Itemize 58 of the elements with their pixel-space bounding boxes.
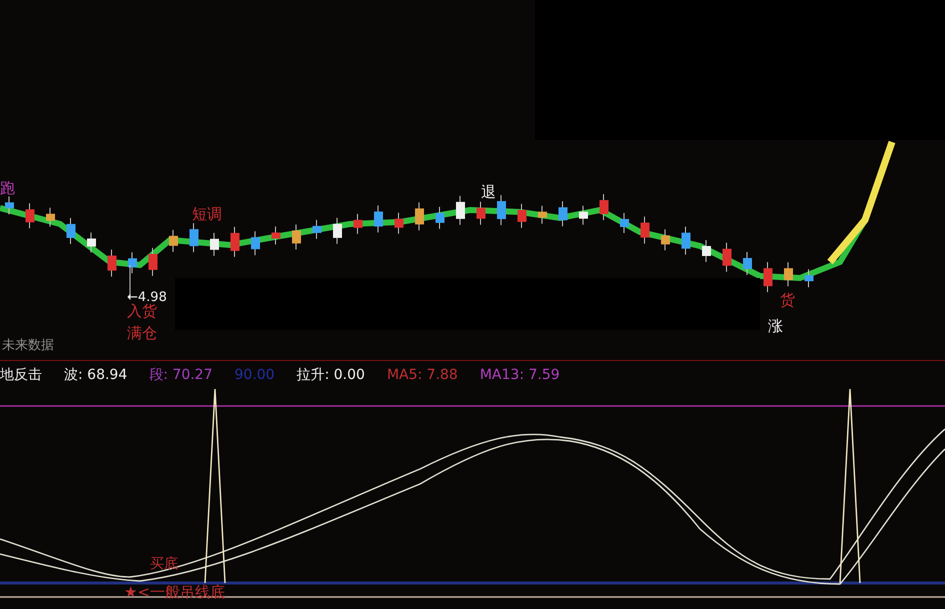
candlestick <box>415 202 424 231</box>
candlestick <box>354 213 362 234</box>
candlestick <box>702 240 711 262</box>
candlestick <box>476 201 486 226</box>
candlestick <box>538 205 547 224</box>
candlestick <box>558 200 568 227</box>
candlestick <box>661 228 670 251</box>
indicator-value: 段: 70.27 <box>149 366 212 384</box>
signal-label: 入货 <box>127 304 157 319</box>
candlestick <box>292 224 301 250</box>
candlestick <box>5 196 14 215</box>
candlestick <box>333 217 342 244</box>
candlestick <box>148 247 158 276</box>
indicator-value: 90.00 <box>234 367 275 383</box>
candlestick <box>374 205 383 234</box>
signal-label: ★<一般吊线底 <box>124 585 226 600</box>
signal-label: 短调 <box>192 207 222 222</box>
signal-label: 买底 <box>150 557 178 571</box>
candlestick <box>743 252 752 276</box>
candlestick <box>682 226 690 256</box>
candlestick <box>436 206 444 230</box>
signal-label: 退 <box>481 185 496 200</box>
candlestick <box>579 205 588 226</box>
indicator-value: MA13: 7.59 <box>480 367 560 383</box>
note-text: 未来数据 <box>2 339 54 352</box>
candlestick <box>456 195 465 226</box>
candlestick <box>640 216 650 244</box>
candlestick <box>108 249 116 278</box>
candlestick <box>518 203 526 228</box>
signal-label: 货 <box>780 293 795 308</box>
candlestick <box>190 222 198 253</box>
candlestick <box>784 262 793 287</box>
indicator-value: 拉升: 0.00 <box>296 366 365 384</box>
candlestick <box>497 194 506 226</box>
candlestick <box>46 207 55 228</box>
candlestick <box>394 212 404 234</box>
candlestick <box>312 219 322 240</box>
candlestick <box>251 230 260 256</box>
candlestick <box>804 268 814 288</box>
candlestick <box>26 202 34 229</box>
candlestick <box>169 229 178 252</box>
candlestick <box>272 226 280 246</box>
indicator-value: 地反击 <box>0 366 42 384</box>
candlestick <box>620 212 629 234</box>
indicator-value: 波: 68.94 <box>64 366 128 384</box>
candlestick <box>128 252 137 274</box>
signal-label: 涨 <box>768 319 783 334</box>
candlestick <box>210 232 219 256</box>
candlestick <box>600 194 608 221</box>
indicator-value: MA5: 7.88 <box>386 367 458 383</box>
candlestick <box>87 232 96 254</box>
signal-label: 满仓 <box>127 326 157 341</box>
candlestick <box>722 242 732 272</box>
candlestick <box>66 217 76 244</box>
price-label: ←4.98 <box>127 291 167 304</box>
candlestick <box>230 226 240 258</box>
candlestick <box>764 262 772 293</box>
signal-label: 跑 <box>0 181 15 196</box>
